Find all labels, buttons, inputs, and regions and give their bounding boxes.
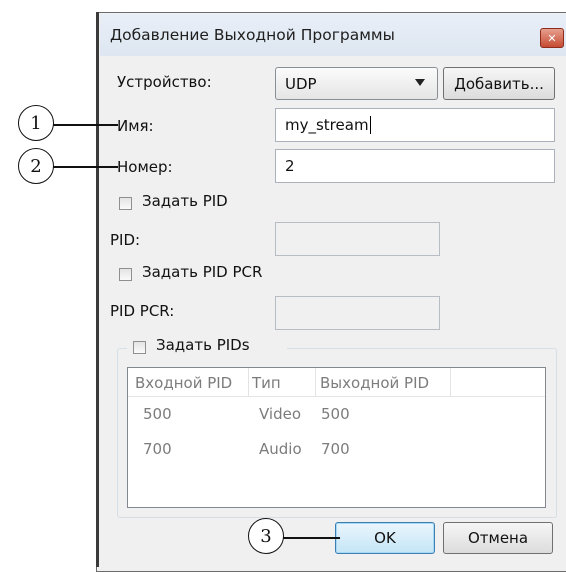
text-cursor [369, 116, 371, 134]
table-cell-output-pid[interactable]: 700 [321, 440, 350, 458]
callout-3: 3 [248, 518, 284, 554]
set-pid-pcr-label[interactable]: Задать PID PCR [142, 263, 262, 281]
table-cell-type[interactable]: Video [259, 405, 301, 423]
name-input[interactable]: my_stream [275, 108, 555, 142]
set-pids-checkbox[interactable] [133, 341, 146, 354]
name-label: Имя: [117, 117, 154, 135]
device-select[interactable]: UDP [275, 67, 438, 100]
callout-leader-line [282, 537, 340, 539]
column-header-output-pid[interactable]: Выходной PID [320, 374, 429, 392]
number-input-value: 2 [285, 157, 295, 175]
number-input[interactable]: 2 [275, 149, 555, 183]
dialog-title: Добавление Выходной Программы [110, 26, 395, 44]
chevron-down-icon [415, 79, 425, 86]
ok-button[interactable]: OK [335, 522, 435, 554]
close-icon: ✕ [547, 31, 557, 45]
column-header-type[interactable]: Тип [252, 374, 281, 392]
table-cell-output-pid[interactable]: 500 [321, 405, 350, 423]
callout-leader-line [52, 166, 118, 168]
table-cell-type[interactable]: Audio [259, 440, 302, 458]
pid-label: PID: [110, 231, 141, 249]
close-button[interactable]: ✕ [540, 28, 564, 48]
column-header-input-pid[interactable]: Входной PID [135, 374, 232, 392]
table-cell-input-pid[interactable]: 700 [143, 440, 172, 458]
device-label: Устройство: [117, 73, 212, 91]
set-pid-checkbox[interactable] [119, 197, 132, 210]
callout-1: 1 [18, 105, 54, 141]
number-label: Номер: [117, 158, 173, 176]
pid-input[interactable] [275, 222, 440, 256]
name-input-value: my_stream [285, 116, 369, 134]
callout-leader-line [52, 124, 118, 126]
pid-pcr-label: PID PCR: [110, 302, 175, 320]
pid-pcr-input[interactable] [275, 296, 440, 330]
callout-2: 2 [18, 148, 54, 184]
device-select-value: UDP [285, 74, 317, 93]
set-pids-label[interactable]: Задать PIDs [156, 336, 250, 354]
add-device-button[interactable]: Добавить... [443, 67, 555, 100]
column-separator[interactable] [450, 368, 451, 396]
table-cell-input-pid[interactable]: 500 [143, 405, 172, 423]
set-pid-pcr-checkbox[interactable] [119, 268, 132, 281]
dialog-border [96, 12, 99, 567]
cancel-button[interactable]: Отмена [443, 522, 553, 554]
column-separator[interactable] [248, 368, 249, 396]
column-separator[interactable] [315, 368, 316, 396]
set-pid-label[interactable]: Задать PID [142, 192, 228, 210]
